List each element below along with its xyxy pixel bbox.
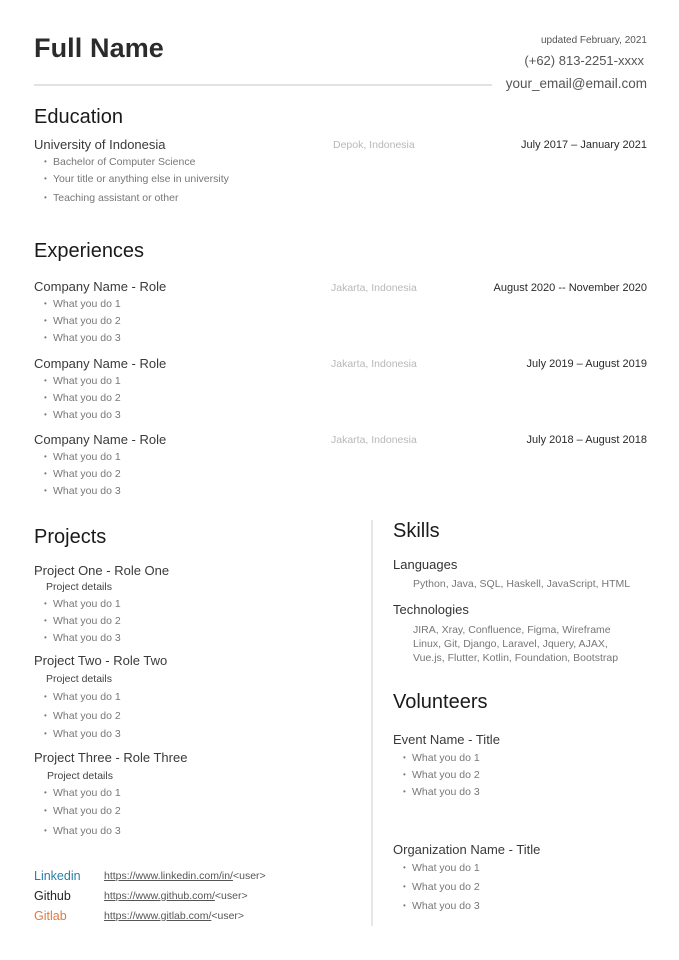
- volunteer-bullet: What you do 2: [403, 881, 480, 893]
- experience-bullet: What you do 3: [44, 485, 121, 497]
- project-bullet: What you do 1: [44, 691, 121, 703]
- technologies-line: JIRA, Xray, Confluence, Figma, Wireframe: [413, 624, 611, 636]
- experience-date: July 2019 – August 2019: [526, 358, 647, 370]
- education-location: Depok, Indonesia: [333, 139, 415, 151]
- technologies-line: Linux, Git, Django, Laravel, Jquery, AJA…: [413, 638, 608, 650]
- project-details: Project details: [46, 673, 112, 685]
- experience-bullet: What you do 2: [44, 315, 121, 327]
- experience-location: Jakarta, Indonesia: [331, 282, 417, 294]
- volunteer-bullet: What you do 1: [403, 862, 480, 874]
- technologies-line: Vue.js, Flutter, Kotlin, Foundation, Boo…: [413, 652, 619, 664]
- phone-number: (+62) 813-2251-xxxx: [524, 53, 644, 68]
- linkedin-label: Linkedin: [34, 869, 81, 883]
- project-bullet: What you do 1: [44, 787, 121, 799]
- experience-bullet: What you do 2: [44, 468, 121, 480]
- gitlab-link[interactable]: https://www.gitlab.com/<user>: [104, 910, 244, 922]
- volunteer-title: Event Name - Title: [393, 732, 500, 747]
- education-bullet: Your title or anything else in universit…: [44, 173, 229, 185]
- education-bullet: Bachelor of Computer Science: [44, 156, 195, 168]
- project-bullet: What you do 3: [44, 825, 121, 837]
- volunteer-bullet: What you do 2: [403, 769, 480, 781]
- github-user: <user>: [214, 890, 248, 902]
- linkedin-url[interactable]: https://www.linkedin.com/in/: [104, 870, 233, 882]
- volunteer-bullet: What you do 3: [403, 900, 480, 912]
- experience-date: August 2020 -- November 2020: [493, 282, 647, 294]
- volunteer-bullet: What you do 3: [403, 786, 480, 798]
- experience-bullet: What you do 3: [44, 332, 121, 344]
- project-bullet: What you do 2: [44, 805, 121, 817]
- project-bullet: What you do 2: [44, 710, 121, 722]
- education-bullet: Teaching assistant or other: [44, 192, 179, 204]
- volunteer-bullet: What you do 1: [403, 752, 480, 764]
- linkedin-user: <user>: [232, 870, 266, 882]
- project-bullet: What you do 2: [44, 615, 121, 627]
- gitlab-user: <user>: [211, 910, 245, 922]
- full-name: Full Name: [34, 33, 164, 63]
- languages-label: Languages: [393, 557, 458, 572]
- experience-bullet: What you do 1: [44, 451, 121, 463]
- project-details: Project details: [47, 770, 113, 782]
- projects-heading: Projects: [34, 526, 107, 548]
- gitlab-label: Gitlab: [34, 909, 67, 923]
- project-bullet: What you do 3: [44, 728, 121, 740]
- project-title: Project Two - Role Two: [34, 653, 168, 668]
- header-divider: [34, 84, 492, 86]
- github-url[interactable]: https://www.github.com/: [104, 890, 215, 902]
- experience-bullet: What you do 1: [44, 375, 121, 387]
- volunteers-heading: Volunteers: [393, 691, 488, 713]
- github-link[interactable]: https://www.github.com/<user>: [104, 890, 248, 902]
- skills-heading: Skills: [393, 520, 440, 542]
- email-address[interactable]: your_email@email.com: [506, 76, 647, 91]
- experiences-heading: Experiences: [34, 240, 145, 262]
- linkedin-link[interactable]: https://www.linkedin.com/in/<user>: [104, 870, 266, 882]
- github-label: Github: [34, 889, 71, 903]
- experience-bullet: What you do 3: [44, 409, 121, 421]
- experience-title: Company Name - Role: [34, 432, 167, 447]
- languages-list: Python, Java, SQL, Haskell, JavaScript, …: [413, 578, 631, 590]
- project-details: Project details: [46, 581, 112, 593]
- experience-bullet: What you do 2: [44, 392, 121, 404]
- education-school: University of Indonesia: [34, 137, 166, 152]
- project-title: Project Three - Role Three: [34, 750, 188, 765]
- experience-location: Jakarta, Indonesia: [331, 434, 417, 446]
- project-title: Project One - Role One: [34, 563, 170, 578]
- volunteer-title: Organization Name - Title: [393, 842, 541, 857]
- experience-title: Company Name - Role: [34, 279, 167, 294]
- education-heading: Education: [34, 106, 123, 128]
- experience-bullet: What you do 1: [44, 298, 121, 310]
- experience-location: Jakarta, Indonesia: [331, 358, 417, 370]
- gitlab-url[interactable]: https://www.gitlab.com/: [104, 910, 211, 922]
- experience-title: Company Name - Role: [34, 356, 167, 371]
- education-date: July 2017 – January 2021: [521, 139, 647, 151]
- project-bullet: What you do 1: [44, 598, 121, 610]
- technologies-label: Technologies: [393, 602, 469, 617]
- project-bullet: What you do 3: [44, 632, 121, 644]
- updated-date: updated February, 2021: [540, 35, 647, 46]
- experience-date: July 2018 – August 2018: [526, 434, 647, 446]
- column-divider: [371, 520, 373, 926]
